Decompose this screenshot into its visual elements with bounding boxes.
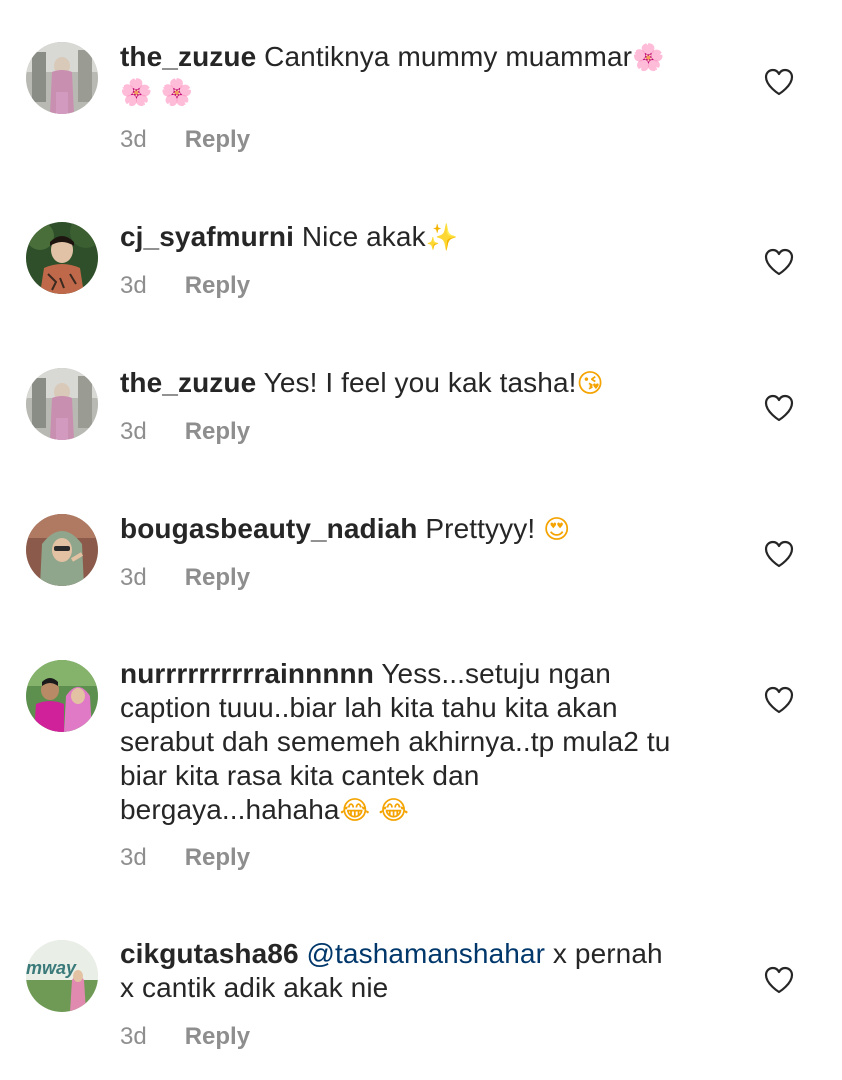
flower-emoji: 🌸 xyxy=(632,43,665,73)
avatar-logo-text: mway xyxy=(26,958,77,978)
comment-message: Yes! I feel you kak tasha! xyxy=(263,367,577,398)
comment-message: Cantiknya mummy muammar xyxy=(264,41,633,72)
comment-meta: 3d Reply xyxy=(120,564,250,592)
comment-timestamp: 3d xyxy=(120,844,147,871)
comment-meta: 3d Reply xyxy=(120,418,250,446)
comment-meta: 3d Reply xyxy=(120,1023,250,1051)
comment-username[interactable]: bougasbeauty_nadiah xyxy=(120,513,418,544)
comment-timestamp: 3d xyxy=(120,272,147,299)
comment-message: Nice akak xyxy=(301,221,426,252)
comment-message: bergaya...hahaha xyxy=(120,794,340,825)
comment-message: x pernah xyxy=(552,938,663,969)
comment-text: cikgutasha86 @tashamanshahar x pernah x … xyxy=(120,937,740,1005)
comment-username[interactable]: the_zuzue xyxy=(120,41,256,72)
comment-meta: 3d Reply xyxy=(120,126,250,154)
heart-outline-icon[interactable] xyxy=(764,248,794,276)
comment-message: caption tuuu..biar lah kita tahu kita ak… xyxy=(120,692,618,723)
comment-username[interactable]: the_zuzue xyxy=(120,367,256,398)
tears-of-joy-emoji: 😂 😂 xyxy=(339,796,409,826)
mention-link[interactable]: @tashamanshahar xyxy=(307,938,546,969)
reply-button[interactable]: Reply xyxy=(185,564,250,592)
sparkles-emoji: ✨ xyxy=(425,223,459,253)
heart-outline-icon[interactable] xyxy=(764,686,794,714)
comment-message: Prettyyy! xyxy=(425,513,536,544)
flower-emoji: 🌸 🌸 xyxy=(120,78,194,108)
reply-button[interactable]: Reply xyxy=(185,418,250,446)
reply-button[interactable]: Reply xyxy=(185,126,250,154)
comment-username[interactable]: nurrrrrrrrrrainnnnn xyxy=(120,658,374,689)
comment-timestamp: 3d xyxy=(120,418,147,445)
reply-button[interactable]: Reply xyxy=(185,844,250,872)
comment-text: nurrrrrrrrrrainnnnn Yess...setuju ngan c… xyxy=(120,657,740,828)
heart-outline-icon[interactable] xyxy=(764,68,794,96)
heart-eyes-emoji: 😍 xyxy=(543,515,571,545)
comment-message: Yess...setuju ngan xyxy=(381,658,611,689)
avatar[interactable] xyxy=(26,660,98,732)
reply-button[interactable]: Reply xyxy=(185,1023,250,1051)
avatar[interactable] xyxy=(26,42,98,114)
comment-username[interactable]: cj_syafmurni xyxy=(120,221,294,252)
comment-timestamp: 3d xyxy=(120,126,147,153)
heart-outline-icon[interactable] xyxy=(764,394,794,422)
avatar[interactable] xyxy=(26,514,98,586)
heart-outline-icon[interactable] xyxy=(764,540,794,568)
comment-text: cj_syafmurni Nice akak✨ xyxy=(120,220,740,255)
comment-text: the_zuzue Cantiknya mummy muammar🌸 🌸 🌸 xyxy=(120,40,740,110)
comment-meta: 3d Reply xyxy=(120,272,250,300)
comment-timestamp: 3d xyxy=(120,1023,147,1050)
kiss-face-emoji: 😘 xyxy=(576,369,604,399)
avatar[interactable] xyxy=(26,368,98,440)
reply-button[interactable]: Reply xyxy=(185,272,250,300)
comment-message: serabut dah sememeh akhirnya..tp mula2 t… xyxy=(120,726,671,757)
comment-meta: 3d Reply xyxy=(120,844,250,872)
comment-username[interactable]: cikgutasha86 xyxy=(120,938,299,969)
heart-outline-icon[interactable] xyxy=(764,966,794,994)
comment-timestamp: 3d xyxy=(120,564,147,591)
comment-text: bougasbeauty_nadiah Prettyyy! 😍 xyxy=(120,512,740,547)
comment-message: x cantik adik akak nie xyxy=(120,972,389,1003)
comment-message: biar kita rasa kita cantek dan xyxy=(120,760,480,791)
comment-text: the_zuzue Yes! I feel you kak tasha!😘 xyxy=(120,366,740,401)
avatar[interactable]: mway xyxy=(26,940,98,1012)
avatar[interactable] xyxy=(26,222,98,294)
